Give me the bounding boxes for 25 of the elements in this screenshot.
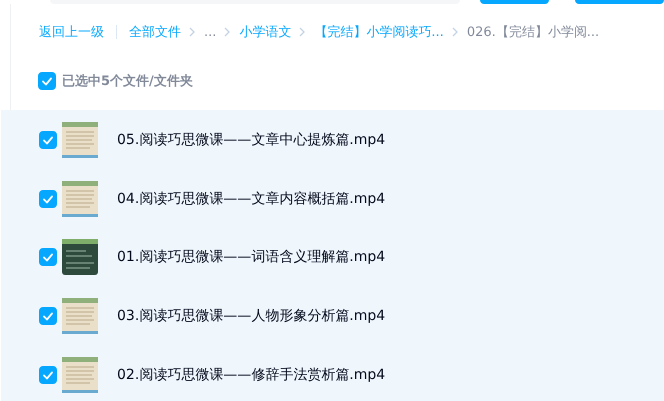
- checkbox[interactable]: [39, 307, 57, 326]
- current-folder: 026.【完结】小学阅...: [466, 24, 600, 41]
- chevron-icon: [189, 27, 196, 37]
- chevron-icon: [452, 27, 459, 37]
- selection-count: 已选中5个文件/文件夹: [62, 72, 193, 90]
- checkbox[interactable]: [39, 131, 57, 150]
- button[interactable]: [575, 0, 664, 4]
- video-thumbnail: [62, 298, 98, 334]
- video-thumbnail: [62, 122, 98, 158]
- chevron-icon: [299, 27, 306, 37]
- chevron-icon: [224, 27, 232, 37]
- file-name[interactable]: 01.阅读巧思微课——词语含义理解篇.mp4: [117, 248, 386, 266]
- checkbox[interactable]: [39, 190, 57, 208]
- checkbox[interactable]: [39, 248, 57, 266]
- file-name[interactable]: 04.阅读巧思微课——文章内容概括篇.mp4: [117, 190, 386, 208]
- video-thumbnail: [62, 356, 98, 393]
- checkbox[interactable]: [39, 366, 57, 384]
- file-name[interactable]: 02.阅读巧思微课——修辞手法赏析篇.mp4: [117, 366, 386, 384]
- file-name[interactable]: 05.阅读巧思微课——文章中心提炼篇.mp4: [117, 131, 386, 150]
- breadcrumb-ellipsis[interactable]: ...: [204, 24, 216, 40]
- checkbox[interactable]: [38, 72, 56, 90]
- file-name[interactable]: 03.阅读巧思微课——人物形象分析篇.mp4: [117, 307, 386, 326]
- button[interactable]: [480, 0, 550, 4]
- video-thumbnail: [62, 239, 98, 276]
- video-thumbnail: [62, 180, 98, 217]
